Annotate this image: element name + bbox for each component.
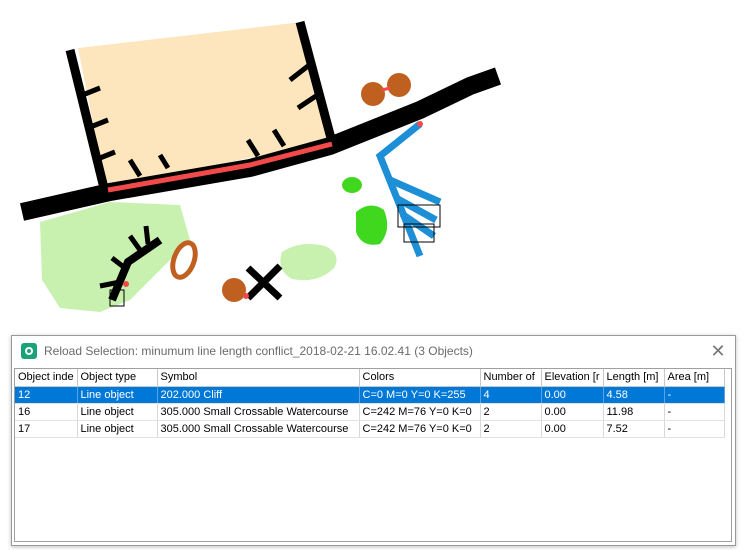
column-header-number-of[interactable]: Number of bbox=[480, 369, 542, 387]
map-canvas[interactable] bbox=[0, 0, 744, 330]
boulder-dot bbox=[222, 278, 246, 302]
highlight-marker bbox=[381, 86, 391, 92]
column-header-area[interactable]: Area [m] bbox=[664, 369, 725, 387]
x-mark bbox=[245, 263, 283, 301]
objects-table[interactable]: Object inde Object type Symbol Colors Nu… bbox=[14, 368, 732, 542]
column-header-length[interactable]: Length [m] bbox=[603, 369, 665, 387]
boulder-dot bbox=[387, 73, 411, 97]
cell-number-of: 2 bbox=[480, 420, 542, 438]
cell-symbol: 305.000 Small Crossable Watercourse bbox=[157, 420, 360, 438]
column-header-colors[interactable]: Colors bbox=[359, 369, 481, 387]
cell-number-of: 2 bbox=[480, 403, 542, 421]
cell-colors: C=0 M=0 Y=0 K=255 bbox=[359, 386, 481, 404]
cell-length: 7.52 bbox=[603, 420, 665, 438]
boulder-dot bbox=[361, 82, 385, 106]
app-icon bbox=[21, 343, 37, 359]
table-row[interactable]: 16 Line object 305.000 Small Crossable W… bbox=[15, 403, 725, 421]
dialog-titlebar[interactable]: Reload Selection: minumum line length co… bbox=[12, 336, 735, 366]
cell-number-of: 4 bbox=[480, 386, 542, 404]
reload-selection-dialog: Reload Selection: minumum line length co… bbox=[11, 335, 736, 546]
table-header-row: Object inde Object type Symbol Colors Nu… bbox=[15, 369, 725, 387]
cell-colors: C=242 M=76 Y=0 K=0 bbox=[359, 420, 481, 438]
column-header-symbol[interactable]: Symbol bbox=[157, 369, 360, 387]
cell-area: - bbox=[664, 420, 725, 438]
cell-object-type: Line object bbox=[77, 420, 158, 438]
cell-area: - bbox=[664, 403, 725, 421]
green-patch bbox=[356, 205, 388, 245]
cell-elevation: 0.00 bbox=[541, 386, 604, 404]
green-point bbox=[342, 177, 362, 193]
highlight-marker bbox=[123, 281, 129, 287]
objects-grid: Object inde Object type Symbol Colors Nu… bbox=[15, 369, 725, 438]
watercourse-lines bbox=[375, 121, 442, 258]
cell-object-index: 17 bbox=[15, 420, 78, 438]
cell-colors: C=242 M=76 Y=0 K=0 bbox=[359, 403, 481, 421]
table-row[interactable]: 12 Line object 202.000 Cliff C=0 M=0 Y=0… bbox=[15, 386, 725, 404]
column-header-elevation[interactable]: Elevation [r bbox=[541, 369, 604, 387]
cell-elevation: 0.00 bbox=[541, 420, 604, 438]
cell-object-type: Line object bbox=[77, 386, 158, 404]
cell-symbol: 202.000 Cliff bbox=[157, 386, 360, 404]
column-header-object-type[interactable]: Object type bbox=[77, 369, 158, 387]
cell-elevation: 0.00 bbox=[541, 403, 604, 421]
dialog-title: Reload Selection: minumum line length co… bbox=[44, 344, 473, 358]
cell-object-index: 12 bbox=[15, 386, 78, 404]
open-land-patch bbox=[280, 244, 337, 281]
table-row[interactable]: 17 Line object 305.000 Small Crossable W… bbox=[15, 420, 725, 438]
highlight-marker bbox=[243, 293, 249, 299]
highlight-marker bbox=[417, 121, 423, 127]
cell-object-index: 16 bbox=[15, 403, 78, 421]
column-header-object-index[interactable]: Object inde bbox=[15, 369, 78, 387]
cell-object-type: Line object bbox=[77, 403, 158, 421]
close-icon[interactable]: ✕ bbox=[707, 340, 729, 362]
cell-length: 11.98 bbox=[603, 403, 665, 421]
cell-length: 4.58 bbox=[603, 386, 665, 404]
cell-symbol: 305.000 Small Crossable Watercourse bbox=[157, 403, 360, 421]
cell-area: - bbox=[664, 386, 725, 404]
